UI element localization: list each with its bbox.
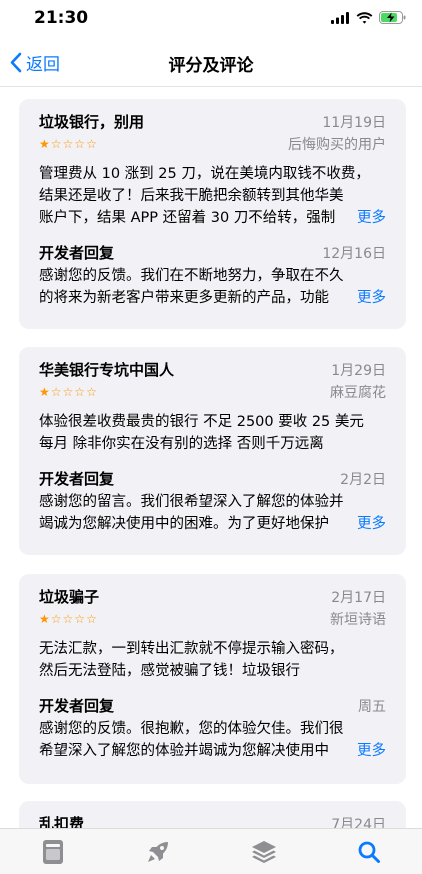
star-empty-icon: ☆	[50, 137, 62, 151]
search-icon	[358, 841, 381, 863]
review-title: 乱扣费	[39, 815, 85, 829]
response-text-line: 竭诚为您解决使用中的困难。为了更好地保护	[39, 516, 329, 532]
review-card: 垃圾银行，别用 11月19日 ★ ☆ ☆ ☆ ☆ 后悔购买的用户 管理费从 10…	[19, 99, 406, 329]
star-empty-icon: ☆	[74, 385, 86, 399]
star-empty-icon: ☆	[74, 612, 86, 626]
review-text-line: 账户下，结果 APP 还留着 30 刀不给转，强制	[39, 210, 336, 226]
tab-bar	[0, 828, 422, 874]
star-rating: ★ ☆ ☆ ☆ ☆	[39, 385, 97, 399]
more-button[interactable]: 更多	[343, 513, 386, 535]
response-text-line: 希望深入了解您的体验并竭诚为您解决使用中	[39, 743, 329, 759]
battery-charging-icon	[379, 11, 406, 24]
developer-response-date: 2月2日	[340, 471, 386, 488]
today-icon	[42, 839, 63, 864]
star-filled-icon: ★	[39, 612, 50, 626]
response-text-line: 感谢您的反馈。很抱歉，您的体验欠佳。我们很	[39, 721, 344, 737]
wifi-icon	[356, 11, 373, 24]
review-text-line: 结果还是收了！后来我干脆把余额转到其他华美	[39, 188, 344, 204]
star-filled-icon: ★	[39, 385, 50, 399]
review-text-line: 每月 除非你实在没有别的选择 否则千万远离	[39, 436, 324, 452]
star-empty-icon: ☆	[62, 612, 74, 626]
tab-games[interactable]	[106, 829, 212, 874]
response-text-line: 的将来为新老客户带来更多更新的产品，功能	[39, 290, 329, 306]
review-date: 2月17日	[331, 589, 386, 606]
review-card: 华美银行专坑中国人 1月29日 ★ ☆ ☆ ☆ ☆ 麻豆腐花 体验很差收费最贵的…	[19, 347, 406, 555]
developer-response-date: 12月16日	[322, 245, 386, 262]
review-text-line: 然后无法登陆，感觉被骗了钱！垃圾银行	[39, 663, 300, 679]
response-text-line: 感谢您的反馈。我们在不断地努力，争取在不久	[39, 268, 344, 284]
review-date: 1月29日	[331, 362, 386, 379]
more-button[interactable]: 更多	[343, 740, 386, 762]
status-bar: 21:30	[0, 0, 422, 36]
reviews-list[interactable]: 垃圾银行，别用 11月19日 ★ ☆ ☆ ☆ ☆ 后悔购买的用户 管理费从 10…	[0, 87, 422, 829]
more-button[interactable]: 更多	[343, 287, 386, 309]
star-filled-icon: ★	[39, 137, 50, 151]
layers-icon	[251, 840, 276, 863]
star-empty-icon: ☆	[86, 612, 97, 626]
review-body: 管理费从 10 涨到 25 刀，说在美境内取钱不收费， 结果还是收了！后来我干脆…	[39, 163, 386, 229]
star-empty-icon: ☆	[86, 385, 97, 399]
review-title: 垃圾银行，别用	[39, 113, 145, 131]
star-empty-icon: ☆	[62, 385, 74, 399]
review-author: 后悔购买的用户	[288, 137, 386, 153]
status-icons	[331, 11, 406, 24]
tab-today[interactable]	[0, 829, 106, 874]
review-author: 新垣诗语	[330, 612, 386, 628]
developer-response-title: 开发者回复	[39, 470, 115, 488]
review-text-line: 无法汇款，一到转出汇款就不停提示输入密码，	[39, 641, 344, 657]
review-date: 11月19日	[322, 114, 386, 131]
tab-search[interactable]	[317, 829, 422, 874]
review-title: 华美银行专坑中国人	[39, 361, 175, 379]
review-body: 无法汇款，一到转出汇款就不停提示输入密码， 然后无法登陆，感觉被骗了钱！垃圾银行	[39, 638, 386, 682]
review-card: 乱扣费 7月24日	[19, 801, 406, 829]
review-text-line: 体验很差收费最贵的银行 不足 2500 要收 25 美元	[39, 414, 364, 430]
page-title: 评分及评论	[168, 56, 254, 76]
developer-response-body: 感谢您的反馈。我们在不断地努力，争取在不久 的将来为新老客户带来更多更新的产品，…	[39, 265, 386, 309]
tab-apps[interactable]	[211, 829, 317, 874]
developer-response-title: 开发者回复	[39, 244, 115, 262]
star-empty-icon: ☆	[50, 385, 62, 399]
review-text-line: 管理费从 10 涨到 25 刀，说在美境内取钱不收费，	[39, 166, 370, 182]
more-button[interactable]: 更多	[343, 207, 386, 229]
star-empty-icon: ☆	[62, 137, 74, 151]
star-rating: ★ ☆ ☆ ☆ ☆	[39, 612, 97, 626]
review-author: 麻豆腐花	[330, 385, 386, 401]
star-rating: ★ ☆ ☆ ☆ ☆	[39, 137, 97, 151]
navigation-bar: 返回 评分及评论	[0, 38, 422, 87]
developer-response-date: 周五	[358, 698, 386, 715]
developer-response-body: 感谢您的反馈。很抱歉，您的体验欠佳。我们很 希望深入了解您的体验并竭诚为您解决使…	[39, 718, 386, 762]
review-date: 7月24日	[331, 816, 386, 830]
review-title: 垃圾骗子	[39, 588, 100, 606]
review-body: 体验很差收费最贵的银行 不足 2500 要收 25 美元 每月 除非你实在没有别…	[39, 411, 386, 455]
status-time: 21:30	[34, 8, 89, 28]
response-text-line: 感谢您的留言。我们很希望深入了解您的体验并	[39, 494, 344, 510]
cellular-signal-icon	[331, 11, 349, 24]
star-empty-icon: ☆	[74, 137, 86, 151]
review-card: 垃圾骗子 2月17日 ★ ☆ ☆ ☆ ☆ 新垣诗语 无法汇款，一到转出汇款就不停…	[19, 574, 406, 784]
developer-response-body: 感谢您的留言。我们很希望深入了解您的体验并 竭诚为您解决使用中的困难。为了更好地…	[39, 491, 386, 535]
star-empty-icon: ☆	[50, 612, 62, 626]
star-empty-icon: ☆	[86, 137, 97, 151]
rocket-icon	[148, 841, 169, 862]
developer-response-title: 开发者回复	[39, 697, 115, 715]
